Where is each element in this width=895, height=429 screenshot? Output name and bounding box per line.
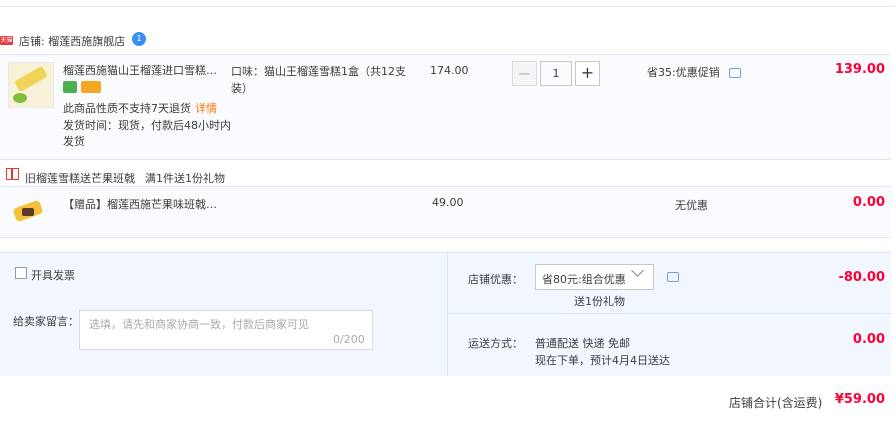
gift-icon [6, 168, 19, 180]
quantity-decrease-button[interactable]: − [512, 61, 537, 86]
shop-name-link[interactable]: 店铺: 榴莲西施旗舰店 [19, 33, 125, 49]
promo-info: 省35:优惠促销 [647, 64, 742, 80]
item-subtotal: 139.00 [834, 62, 885, 77]
service-badge-icon [63, 81, 77, 93]
gift-promo-text: 无优惠 [675, 199, 708, 212]
shipping-label: 运送方式： [468, 337, 523, 350]
shipping-method: 普通配送 快递 免邮 [535, 337, 630, 350]
return-policy-text: 此商品性质不支持7天退货 [63, 102, 191, 115]
memo-label: 给卖家留言： [13, 315, 79, 328]
panel-divider [447, 252, 448, 376]
discount-amount: -80.00 [838, 270, 885, 285]
ship-time-text: 发货时间：现货，付款后48小时内发货 [63, 119, 231, 148]
header-divider [0, 0, 895, 7]
sku-info: 口味：猫山王榴莲雪糕1盒（共12支装） [231, 65, 406, 95]
gift-rule-text: 满1件送1份礼物 [145, 172, 225, 185]
quantity-input[interactable]: 1 [540, 61, 572, 86]
tmall-badge: 天猫 [0, 36, 13, 45]
memo-char-count: 0/200 [333, 333, 365, 346]
invoice-label[interactable]: 开具发票 [31, 267, 75, 283]
gift-thumbnail[interactable] [12, 196, 44, 224]
shipping-eta: 现在下单，预计4月4日送达 [535, 354, 670, 367]
return-policy: 此商品性质不支持7天退货 详情 [63, 100, 217, 116]
shop-total-amount: ¥59.00 [834, 392, 885, 407]
gift-title-link[interactable]: 【赠品】榴莲西施芒果味班戟1... [63, 196, 218, 212]
shop-discount-label: 店铺优惠： [468, 273, 523, 286]
invoice-checkbox[interactable] [15, 267, 27, 279]
gift-rule: 旧榴莲雪糕送芒果班戟 满1件送1份礼物 [25, 170, 225, 186]
gift-rule-name: 旧榴莲雪糕送芒果班戟 [25, 172, 135, 185]
quantity-increase-button[interactable]: + [575, 61, 600, 86]
product-title-link[interactable]: 榴莲西施猫山王榴莲进口雪糕条... [63, 63, 226, 79]
shop-total-label: 店铺合计(含运费) [729, 396, 823, 410]
shop-discount-value: 省80元:组合优惠 [542, 273, 626, 286]
discount-detail-icon[interactable] [667, 272, 679, 282]
unit-price: 174.00 [430, 64, 469, 77]
promo-text: 省35:优惠促销 [647, 66, 720, 79]
gift-unit-price: 49.00 [432, 196, 464, 209]
discount-gift-text: 送1份礼物 [574, 295, 625, 308]
product-thumbnail[interactable] [8, 62, 54, 108]
panel-divider-h [447, 313, 891, 314]
promo-detail-icon[interactable] [729, 68, 742, 78]
gift-subtotal: 0.00 [852, 195, 885, 210]
gift-item-row [0, 186, 891, 238]
policy-details-link[interactable]: 详情 [195, 102, 217, 115]
wangwang-chat-icon[interactable]: 1 [132, 32, 146, 46]
shipping-amount: 0.00 [852, 332, 885, 347]
memo-placeholder: 选填，请先和商家协商一致，付款后商家可见 [89, 318, 309, 331]
card-badge-icon [81, 81, 101, 93]
